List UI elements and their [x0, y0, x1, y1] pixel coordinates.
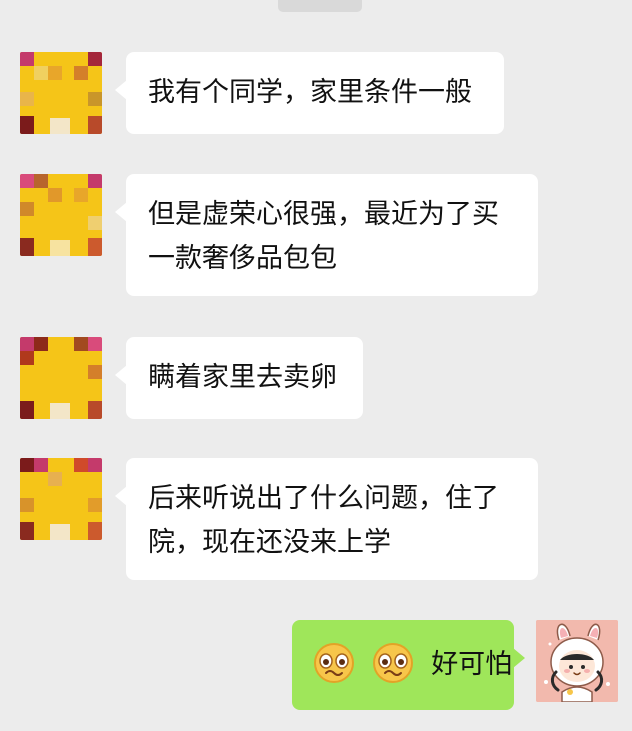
message-content: 好可怕	[314, 642, 512, 687]
message-text: 瞒着家里去卖卵	[148, 362, 337, 393]
message-bubble[interactable]: 我有个同学，家里条件一般	[115, 52, 504, 134]
pixelated-avatar-icon	[20, 337, 102, 419]
timestamp-pill	[278, 0, 362, 12]
message-text: 好可怕	[431, 649, 513, 680]
message-bubble[interactable]: 好可怕	[292, 620, 525, 710]
contact-avatar[interactable]	[20, 337, 102, 419]
my-avatar[interactable]	[536, 620, 618, 702]
message-bubble[interactable]: 后来听说出了什么问题，住了 院，现在还没来上学	[115, 458, 538, 580]
message-text: 我有个同学，家里条件一般	[148, 77, 472, 108]
pixelated-avatar-icon	[20, 174, 102, 256]
message-bubble[interactable]: 但是虚荣心很强，最近为了买 一款奢侈品包包	[115, 174, 538, 296]
contact-avatar[interactable]	[20, 458, 102, 540]
message-text: 但是虚荣心很强，最近为了买	[148, 199, 499, 230]
contact-avatar[interactable]	[20, 174, 102, 256]
bunny-hood-girl-avatar-icon	[536, 620, 618, 702]
pixelated-avatar-icon	[20, 458, 102, 540]
message-bubble[interactable]: 瞒着家里去卖卵	[115, 337, 363, 419]
message-text: 一款奢侈品包包	[148, 243, 337, 274]
woozy-face-emoji-icon	[372, 642, 413, 683]
message-text: 院，现在还没来上学	[148, 527, 391, 558]
message-text: 后来听说出了什么问题，住了	[148, 483, 499, 514]
contact-avatar[interactable]	[20, 52, 102, 134]
pixelated-avatar-icon	[20, 52, 102, 134]
woozy-face-emoji-icon	[314, 642, 354, 683]
